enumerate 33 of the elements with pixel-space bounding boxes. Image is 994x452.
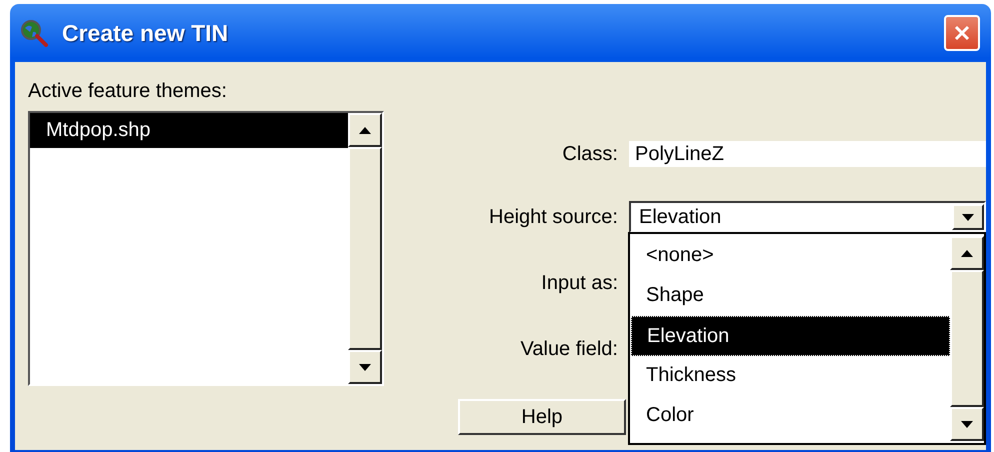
dropdown-button[interactable] <box>952 204 984 230</box>
themes-label: Active feature themes: <box>28 79 228 104</box>
dropdown-option[interactable]: <none> <box>631 236 950 276</box>
scroll-down-button[interactable] <box>950 407 984 441</box>
scroll-down-button[interactable] <box>348 350 382 384</box>
down-arrow-icon <box>962 214 974 220</box>
class-label: Class: <box>562 142 618 166</box>
dropdown-option[interactable]: Color <box>631 396 950 436</box>
up-arrow-icon <box>961 250 973 256</box>
scrollbar[interactable] <box>348 113 382 384</box>
close-button[interactable] <box>944 15 980 51</box>
scroll-up-button[interactable] <box>950 236 984 270</box>
scroll-thumb[interactable] <box>950 270 984 407</box>
help-button[interactable]: Help <box>458 399 626 435</box>
height-source-dropdown[interactable]: Elevation <box>629 201 986 233</box>
up-arrow-icon <box>359 126 371 134</box>
scroll-up-button[interactable] <box>348 113 382 147</box>
down-arrow-icon <box>961 420 973 428</box>
theme-item[interactable]: Mtdpop.shp <box>30 113 348 148</box>
scroll-thumb[interactable] <box>348 147 382 350</box>
close-icon <box>953 24 971 42</box>
input-as-label: Input as: <box>541 272 618 294</box>
globe-magnifier-icon <box>20 19 48 47</box>
height-source-label: Height source: <box>489 206 618 228</box>
scrollbar[interactable] <box>950 236 984 441</box>
window-title: Create new TIN <box>62 20 230 46</box>
dropdown-option[interactable]: Thickness <box>631 356 950 396</box>
themes-list[interactable]: Mtdpop.shp <box>28 111 384 386</box>
class-field[interactable]: PolyLineZ <box>629 141 986 167</box>
dropdown-option[interactable]: Shape <box>631 276 950 316</box>
down-arrow-icon <box>359 364 371 370</box>
dropdown-option[interactable]: Elevation <box>631 316 950 356</box>
value-field-label: Value field: <box>520 338 618 360</box>
